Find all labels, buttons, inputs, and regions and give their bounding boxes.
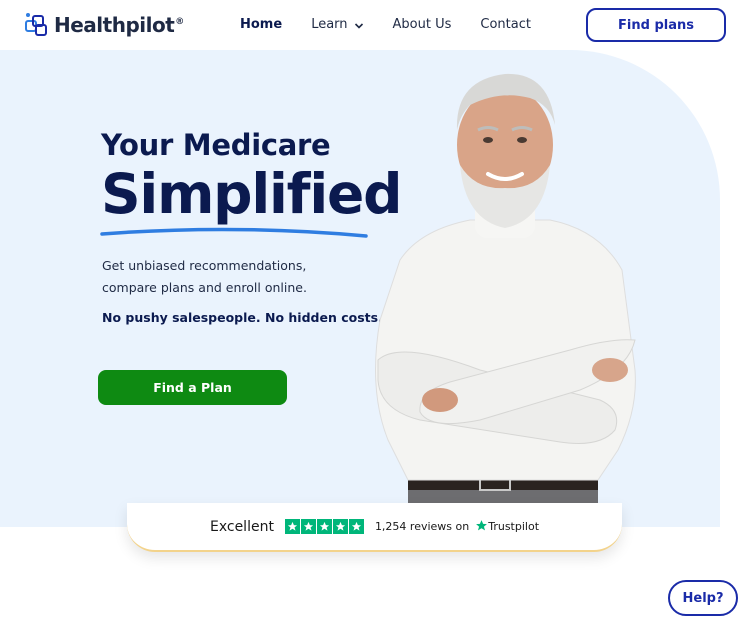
nav-item-home[interactable]: Home [240,17,282,32]
nav-item-about-us[interactable]: About Us [393,17,452,32]
help-button[interactable]: Help? [668,580,738,616]
star-icon [284,519,300,534]
trustpilot-rating-bar[interactable]: Excellent 1,254 reviews on Trustpilot [127,503,622,552]
trustpilot-star-icon [475,519,488,535]
site-header: Healthpilot® Home Learn About Us Contact… [0,0,750,50]
trust-stars [284,519,365,534]
hero-emphasis: No pushy salespeople. No hidden costs. [102,310,383,325]
hero-section: Your Medicare Simplified Get unbiased re… [0,50,720,527]
healthpilot-logo-icon [24,12,50,38]
trust-review-count: 1,254 reviews on [374,520,470,533]
find-plans-button[interactable]: Find plans [586,8,726,42]
logo-text: Healthpilot® [54,13,184,37]
nav-item-contact[interactable]: Contact [480,17,531,32]
star-icon [300,519,316,534]
title-underline [100,227,368,238]
trustpilot-logo: Trustpilot [475,519,539,535]
main-nav: Home Learn About Us Contact [240,17,560,32]
trust-rating-word: Excellent [209,518,274,535]
hero-person-image [375,73,636,527]
star-icon [316,519,332,534]
hero-title-line1: Your Medicare [101,128,331,162]
find-a-plan-button[interactable]: Find a Plan [98,370,287,405]
trustpilot-brand: Trustpilot [488,520,540,533]
chevron-down-icon [354,20,364,30]
star-icon [348,519,364,534]
healthpilot-logo[interactable]: Healthpilot® [24,12,184,38]
star-icon [332,519,348,534]
hero-title-line2: Simplified [101,162,403,226]
nav-item-learn[interactable]: Learn [311,17,363,32]
hero-description: Get unbiased recommendations, compare pl… [102,258,307,295]
